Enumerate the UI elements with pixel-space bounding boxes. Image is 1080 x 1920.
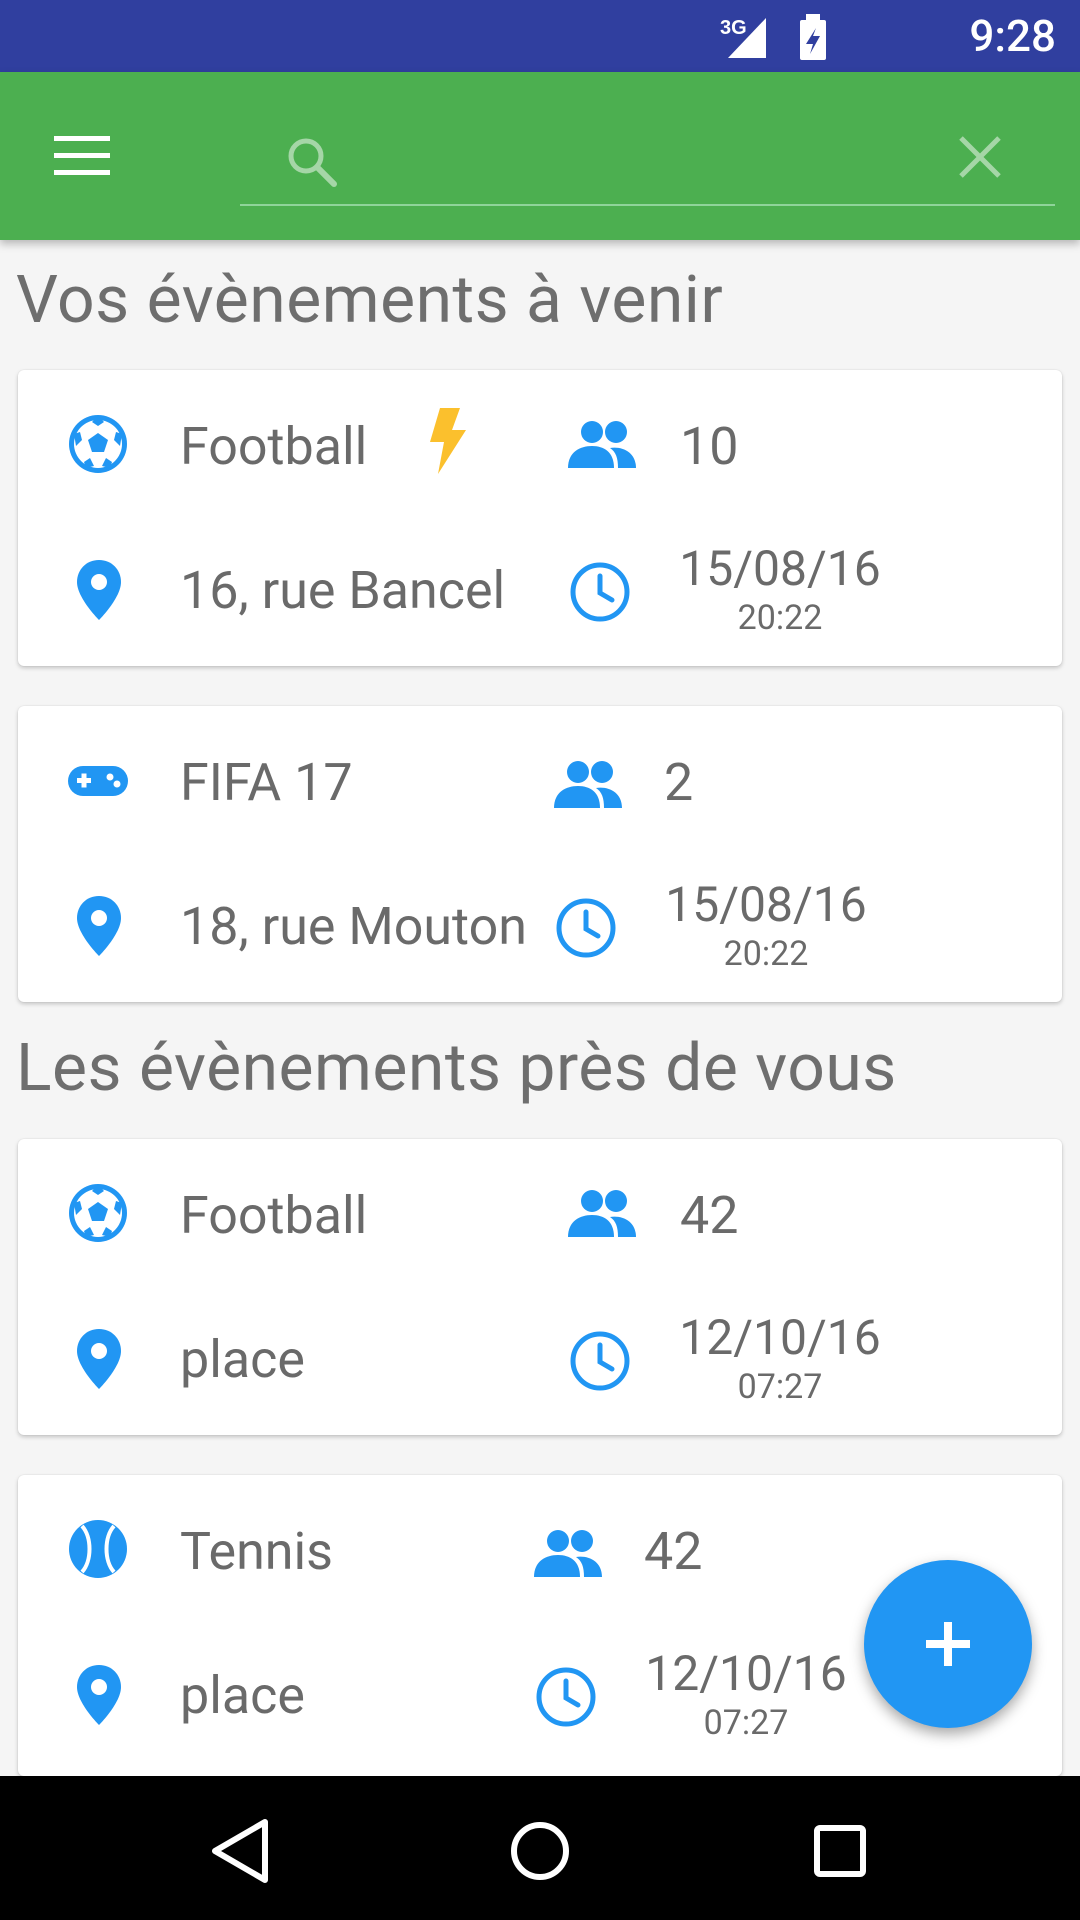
section-title-upcoming: Vos évènements à venir <box>16 262 724 339</box>
event-card[interactable]: FIFA 17 2 18, rue Mouton 15/08/16 20:22 <box>18 706 1062 1002</box>
close-icon[interactable] <box>955 132 1005 182</box>
recents-icon[interactable] <box>795 1806 885 1896</box>
event-address: place <box>180 1665 305 1726</box>
soccer-ball-icon <box>69 1184 127 1242</box>
home-icon[interactable] <box>495 1806 585 1896</box>
event-date: 15/08/16 <box>679 540 881 597</box>
event-card[interactable]: Football 42 place 12/10/16 07:27 <box>18 1139 1062 1435</box>
lightning-icon <box>430 408 466 474</box>
app-bar <box>0 72 1080 240</box>
back-icon[interactable] <box>197 1806 287 1896</box>
event-address: 18, rue Mouton <box>180 896 527 957</box>
search-bar <box>240 112 1055 206</box>
sport-name: Tennis <box>180 1521 334 1582</box>
section-title-nearby: Les évènements près de vous <box>16 1030 897 1107</box>
status-icons: 3G <box>720 14 826 60</box>
location-pin-icon <box>77 896 121 956</box>
event-date: 15/08/16 <box>665 876 867 933</box>
tennis-ball-icon <box>69 1520 127 1578</box>
plus-icon <box>926 1622 970 1666</box>
event-time: 07:27 <box>703 1703 789 1743</box>
people-icon <box>534 1530 602 1577</box>
clock-icon <box>536 1667 596 1727</box>
location-pin-icon <box>77 1665 121 1725</box>
gamepad-icon <box>68 766 128 796</box>
sport-name: FIFA 17 <box>180 752 353 813</box>
event-address: 16, rue Bancel <box>180 560 506 621</box>
event-time: 20:22 <box>723 934 809 974</box>
search-input[interactable] <box>350 130 914 188</box>
event-address: place <box>180 1329 305 1390</box>
status-bar: 3G 9:28 <box>0 0 1080 72</box>
event-date: 12/10/16 <box>645 1645 847 1702</box>
event-time: 20:22 <box>737 598 823 638</box>
participant-count: 42 <box>644 1521 703 1582</box>
status-time: 9:28 <box>969 10 1056 62</box>
add-event-button[interactable] <box>864 1560 1032 1728</box>
participant-count: 10 <box>680 416 739 477</box>
menu-icon[interactable] <box>54 134 110 178</box>
event-time: 07:27 <box>737 1367 823 1407</box>
sport-name: Football <box>180 1185 368 1246</box>
location-pin-icon <box>77 1329 121 1389</box>
clock-icon <box>570 1331 630 1391</box>
sport-name: Football <box>180 416 368 477</box>
soccer-ball-icon <box>69 415 127 473</box>
event-date: 12/10/16 <box>679 1309 881 1366</box>
location-pin-icon <box>77 560 121 620</box>
people-icon <box>568 421 636 468</box>
navigation-bar <box>0 1776 1080 1920</box>
participant-count: 2 <box>664 752 694 813</box>
network-type-label: 3G <box>720 17 747 39</box>
participant-count: 42 <box>680 1185 739 1246</box>
people-icon <box>554 761 622 808</box>
people-icon <box>568 1190 636 1237</box>
clock-icon <box>556 898 616 958</box>
clock-icon <box>570 562 630 622</box>
event-card[interactable]: Football 10 16, rue Bancel 15/08/16 20:2… <box>18 370 1062 666</box>
search-icon <box>288 138 337 187</box>
